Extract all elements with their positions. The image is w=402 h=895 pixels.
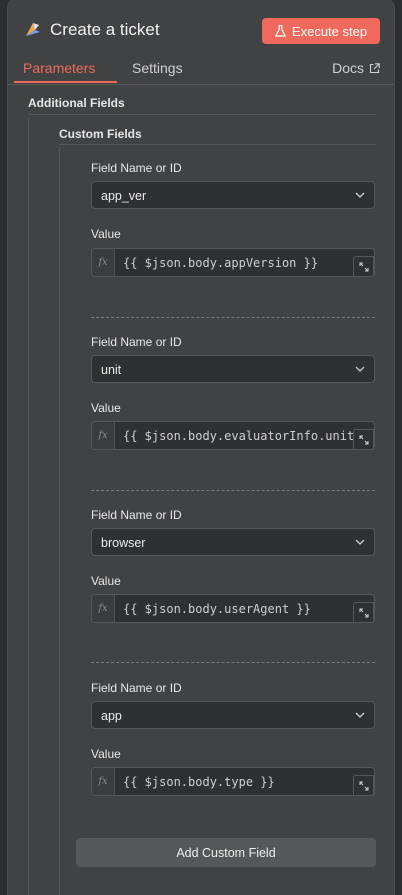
expression-text: {{ $json.body.userAgent }} <box>123 602 311 616</box>
value-expression-input[interactable]: fx {{ $json.body.evaluatorInfo.unit <box>91 421 375 450</box>
execute-step-label: Execute step <box>291 23 368 39</box>
expression-text: {{ $json.body.evaluatorInfo.unit <box>123 429 355 443</box>
tab-settings[interactable]: Settings <box>132 60 183 76</box>
execute-step-button[interactable]: Execute step <box>262 18 380 44</box>
app-logo-icon <box>26 23 40 36</box>
fx-icon: fx <box>92 422 115 449</box>
node-parameters-panel: Create a ticket Execute step Parameters … <box>8 0 394 895</box>
custom-fields-heading: Custom Fields <box>59 127 142 141</box>
field-name-value: app <box>101 709 122 723</box>
tab-parameters[interactable]: Parameters <box>23 60 95 76</box>
docs-label: Docs <box>332 60 364 76</box>
value-expression-input[interactable]: fx {{ $json.body.appVersion }} <box>91 248 375 277</box>
external-link-icon <box>369 62 380 73</box>
value-expression-input[interactable]: fx {{ $json.body.userAgent }} <box>91 594 375 623</box>
expand-icon <box>359 435 369 445</box>
value-label: Value <box>91 227 121 241</box>
page-title: Create a ticket <box>50 20 160 39</box>
expand-icon <box>359 781 369 791</box>
chevron-down-icon <box>355 712 365 718</box>
fx-icon: fx <box>92 595 115 622</box>
field-name-value: browser <box>101 536 146 550</box>
field-name-label: Field Name or ID <box>91 335 182 349</box>
active-tab-indicator <box>14 81 117 83</box>
add-custom-field-button[interactable]: Add Custom Field <box>76 838 376 867</box>
expand-expression-button[interactable] <box>353 256 374 276</box>
expand-icon <box>359 262 369 272</box>
chevron-down-icon <box>355 539 365 545</box>
field-name-select[interactable]: unit <box>91 355 375 383</box>
field-separator <box>91 662 375 663</box>
expand-icon <box>359 608 369 618</box>
flask-icon <box>275 25 286 37</box>
custom-fields-guide <box>59 148 60 895</box>
value-expression-input[interactable]: fx {{ $json.body.type }} <box>91 767 375 796</box>
value-label: Value <box>91 401 121 415</box>
expand-expression-button[interactable] <box>353 775 374 795</box>
field-name-value: app_ver <box>101 189 147 203</box>
fx-icon: fx <box>92 249 115 276</box>
expand-expression-button[interactable] <box>353 429 374 449</box>
field-name-select[interactable]: browser <box>91 528 375 556</box>
fx-icon: fx <box>92 768 115 795</box>
field-name-value: unit <box>101 363 122 377</box>
value-label: Value <box>91 747 121 761</box>
chevron-down-icon <box>355 366 365 372</box>
field-separator <box>91 490 375 491</box>
field-separator <box>91 317 375 318</box>
additional-fields-divider <box>28 114 376 115</box>
field-name-label: Field Name or ID <box>91 508 182 522</box>
expand-expression-button[interactable] <box>353 602 374 622</box>
chevron-down-icon <box>355 192 365 198</box>
field-name-select[interactable]: app <box>91 701 375 729</box>
value-label: Value <box>91 574 121 588</box>
docs-link[interactable]: Docs <box>332 60 380 76</box>
custom-fields-divider <box>59 144 376 145</box>
field-name-label: Field Name or ID <box>91 681 182 695</box>
field-name-select[interactable]: app_ver <box>91 181 375 209</box>
additional-fields-heading: Additional Fields <box>28 96 125 110</box>
additional-fields-guide <box>28 118 29 895</box>
panel-header: Create a ticket Execute step <box>8 0 394 60</box>
field-name-label: Field Name or ID <box>91 161 182 175</box>
expression-text: {{ $json.body.type }} <box>123 775 275 789</box>
tab-bar: Parameters Settings Docs <box>8 58 394 85</box>
expression-text: {{ $json.body.appVersion }} <box>123 256 319 270</box>
